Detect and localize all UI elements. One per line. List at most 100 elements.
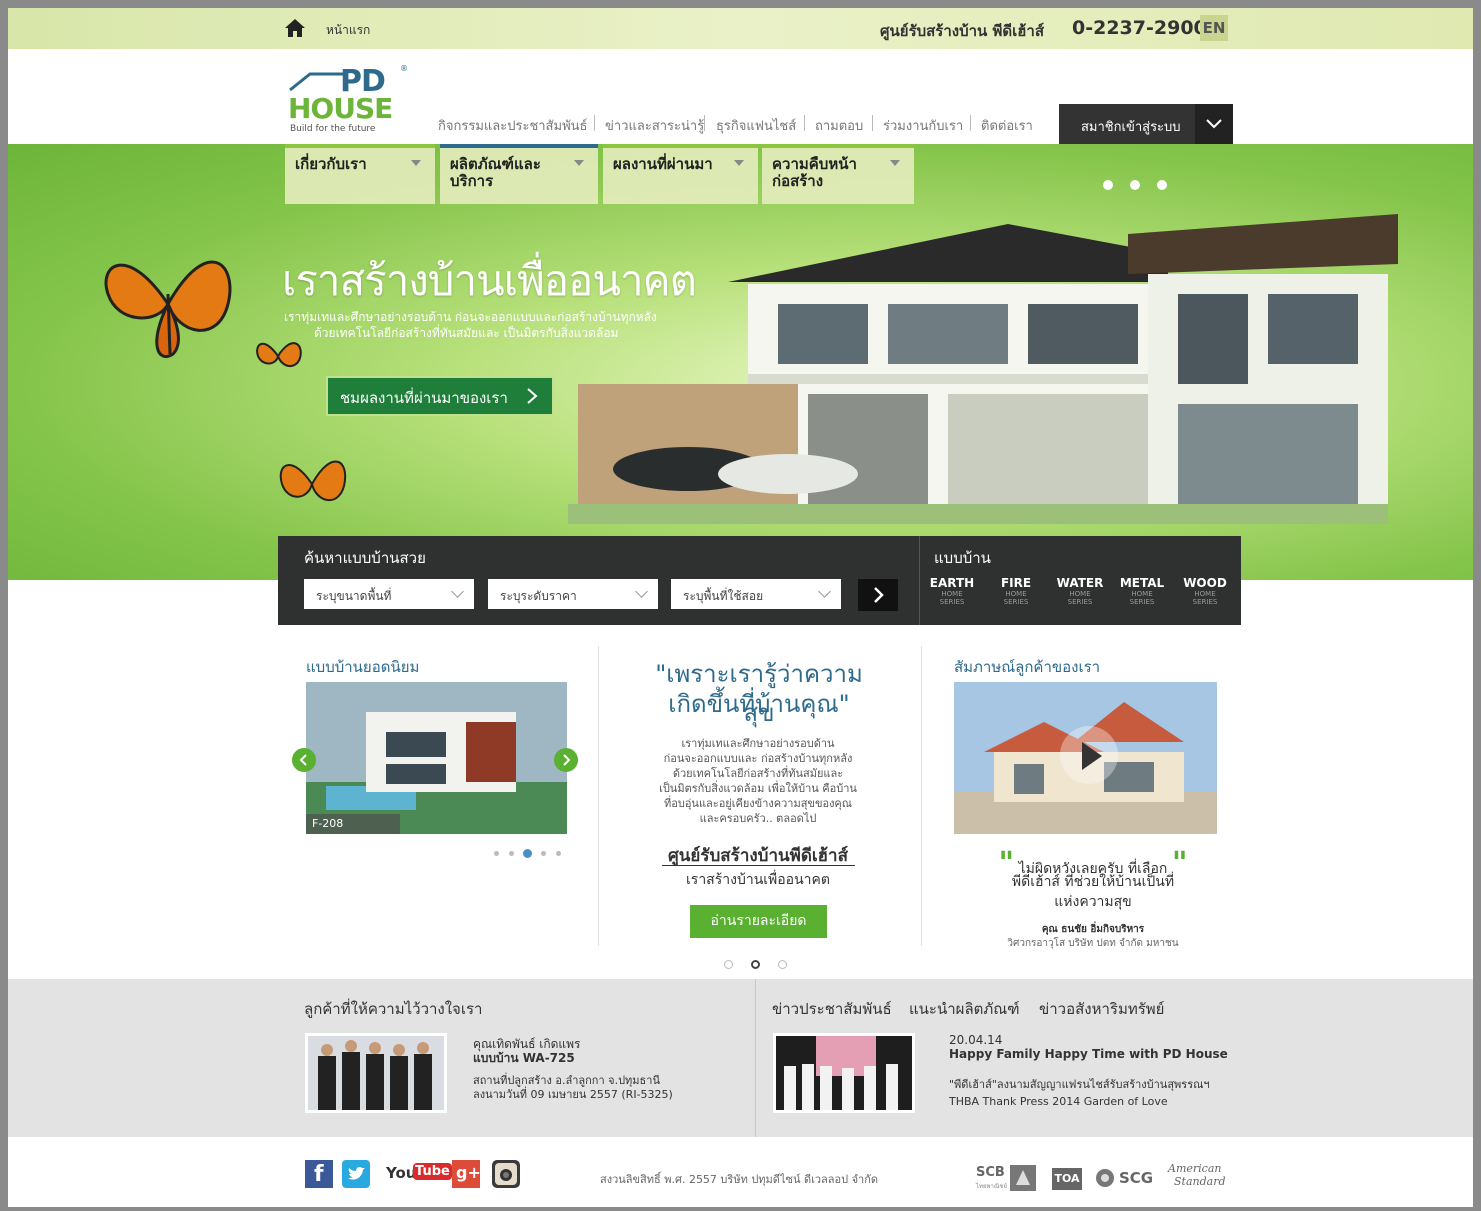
news-tab-pr[interactable]: ข่าวประชาสัมพันธ์ [772, 997, 892, 1021]
news-date: 20.04.14 [949, 1033, 1003, 1047]
butterfly-icon [104, 260, 232, 358]
section-dot-active[interactable] [751, 960, 760, 969]
nav-link-activities[interactable]: กิจกรรมและประชาสัมพันธ์ [438, 115, 587, 136]
news-tab-products[interactable]: แนะนำผลิตภัณฑ์ [909, 997, 1020, 1021]
series-name: WATER [1056, 576, 1104, 590]
read-more-button[interactable]: อ่านรายละเอียด [690, 905, 827, 938]
series-title: แบบบ้าน [934, 549, 991, 567]
member-login-button[interactable]: สมาชิกเข้าสู่ระบบ [1059, 104, 1233, 144]
nav-link-news[interactable]: ข่าวและสาระน่ารู้ [605, 115, 704, 136]
chevron-down-icon [1206, 119, 1222, 129]
chevron-right-icon [563, 754, 571, 766]
mainnav-label: เกี่ยวกับเรา [295, 155, 367, 173]
news-tab-realestate[interactable]: ข่าวอสังหาริมทรัพย์ [1039, 997, 1164, 1021]
youtube-icon[interactable]: You Tube [386, 1160, 452, 1188]
mainnav-portfolio[interactable]: ผลงานที่ผ่านมา [603, 144, 758, 204]
partner-text: SCG [1119, 1169, 1154, 1187]
hero-title: เราสร้างบ้านเพื่ออนาคต [282, 256, 697, 305]
mainnav-products[interactable]: ผลิตภัณฑ์และ บริการ [440, 144, 598, 204]
hero-subtitle: ด้วยเทคโนโลยีก่อสร้างที่ทันสมัยและ เป็นม… [314, 326, 619, 340]
mainnav-label: ความคืบหน้า ก่อสร้าง [772, 155, 857, 190]
youtube-text: You [386, 1164, 417, 1182]
facebook-icon[interactable]: f [305, 1160, 333, 1188]
carousel-dot[interactable] [541, 851, 546, 856]
nav-divider [872, 115, 873, 131]
house-series-panel: แบบบ้าน EARTH HOME SERIES FIRE HOME SERI… [919, 536, 1242, 625]
partner-text: Standard [1174, 1175, 1226, 1188]
popular-house-image[interactable]: F-208 [306, 682, 567, 834]
mainnav-label: ผลงานที่ผ่านมา [613, 155, 713, 173]
nav-link-contact[interactable]: ติดต่อเรา [981, 115, 1033, 136]
twitter-icon[interactable] [342, 1160, 370, 1188]
series-water[interactable]: WATER HOME SERIES [1053, 576, 1107, 606]
series-wood[interactable]: WOOD HOME SERIES [1178, 576, 1232, 606]
page-frame: หน้าแรก ศูนย์รับสร้างบ้าน พีดีเฮ้าส์ 0-2… [8, 8, 1473, 1207]
phone-number: 0-2237-2900 [1072, 17, 1207, 39]
youtube-text: Tube [413, 1163, 452, 1180]
series-sub: SERIES [1192, 598, 1218, 606]
google-plus-icon[interactable]: g+ [452, 1160, 481, 1188]
house-search-bar: ค้นหาแบบบ้านสวย ระบุขนาดพื้นที่ ระบุระดั… [278, 536, 1241, 625]
customer-signing-photo [308, 1036, 444, 1110]
top-bar: หน้าแรก ศูนย์รับสร้างบ้าน พีดีเฮ้าส์ 0-2… [8, 8, 1473, 49]
area-size-select[interactable]: ระบุขนาดพื้นที่ [304, 579, 474, 609]
news-headline[interactable]: Happy Family Happy Time with PD House [949, 1047, 1228, 1061]
price-range-select[interactable]: ระบุระดับราคา [488, 579, 658, 609]
carousel-dot[interactable] [494, 851, 499, 856]
pd-house-logo[interactable]: PD ® HOUSE Build for the future [288, 64, 408, 136]
login-dropdown-toggle[interactable] [1195, 104, 1233, 144]
play-button[interactable] [1060, 726, 1118, 784]
mainnav-progress[interactable]: ความคืบหน้า ก่อสร้าง [762, 144, 914, 204]
series-sub: HOME [1194, 590, 1216, 598]
quote-heading: เกิดขึ้นที่บ้านคุณ" [668, 690, 850, 718]
testimonial-title: สัมภาษณ์ลูกค้าของเรา [954, 658, 1101, 676]
news-line: THBA Thank Press 2014 Garden of Love [949, 1095, 1168, 1108]
testimonial-video[interactable] [954, 682, 1217, 834]
carousel-dot[interactable] [556, 851, 561, 856]
series-metal[interactable]: METAL HOME SERIES [1115, 576, 1169, 606]
carousel-dot[interactable] [509, 851, 514, 856]
nav-divider [704, 115, 705, 131]
home-link[interactable]: หน้าแรก [326, 21, 370, 40]
usable-area-select[interactable]: ระบุพื้นที่ใช้สอย [671, 579, 841, 609]
nav-link-faq[interactable]: ถามตอบ [815, 115, 863, 136]
scg-logo: SCG [1095, 1166, 1155, 1192]
nav-divider [594, 115, 595, 131]
partner-text: ไทยพาณิชย์ [976, 1183, 1007, 1190]
series-sub: SERIES [1067, 598, 1093, 606]
partner-text: SCB [976, 1165, 1005, 1180]
carousel-dot-active[interactable] [523, 849, 532, 858]
hero-banner: เกี่ยวกับเรา ผลิตภัณฑ์และ บริการ ผลงานที่… [8, 144, 1473, 580]
section-dot[interactable] [778, 960, 787, 969]
customer-photo[interactable] [305, 1033, 447, 1113]
login-label: สมาชิกเข้าสู่ระบบ [1081, 120, 1181, 135]
house-photo [306, 682, 567, 834]
hero-slide-dot[interactable] [1157, 180, 1167, 190]
series-earth[interactable]: EARTH HOME SERIES [925, 576, 979, 606]
gplus-text: g+ [456, 1163, 481, 1182]
search-submit-button[interactable] [858, 579, 898, 611]
toa-logo: TOA [1052, 1168, 1082, 1190]
mainnav-about[interactable]: เกี่ยวกับเรา [285, 144, 435, 204]
series-sub: SERIES [939, 598, 965, 606]
caret-down-icon [734, 160, 744, 166]
home-icon[interactable] [284, 17, 306, 39]
nav-link-franchise[interactable]: ธุรกิจแฟนไชส์ [716, 115, 796, 136]
section-dot[interactable] [724, 960, 733, 969]
carousel-prev-button[interactable] [292, 748, 316, 772]
language-toggle-button[interactable]: EN [1200, 15, 1228, 41]
view-portfolio-button[interactable]: ชมผลงานที่ผ่านมาของเรา [326, 376, 554, 416]
chevron-down-icon [818, 585, 831, 598]
news-photo[interactable] [773, 1033, 915, 1113]
series-sub: HOME [941, 590, 963, 598]
series-name: FIRE [1000, 576, 1032, 590]
instagram-icon[interactable] [492, 1160, 520, 1188]
nav-link-careers[interactable]: ร่วมงานกับเรา [883, 115, 963, 136]
hero-slide-dot[interactable] [1130, 180, 1140, 190]
series-fire[interactable]: FIRE HOME SERIES [989, 576, 1043, 606]
series-sub: HOME [1069, 590, 1091, 598]
carousel-next-button[interactable] [554, 748, 578, 772]
news-event-photo [776, 1036, 912, 1110]
center-tagline: เราสร้างบ้านเพื่ออนาคต [686, 872, 830, 888]
hero-slide-dot[interactable] [1103, 180, 1113, 190]
